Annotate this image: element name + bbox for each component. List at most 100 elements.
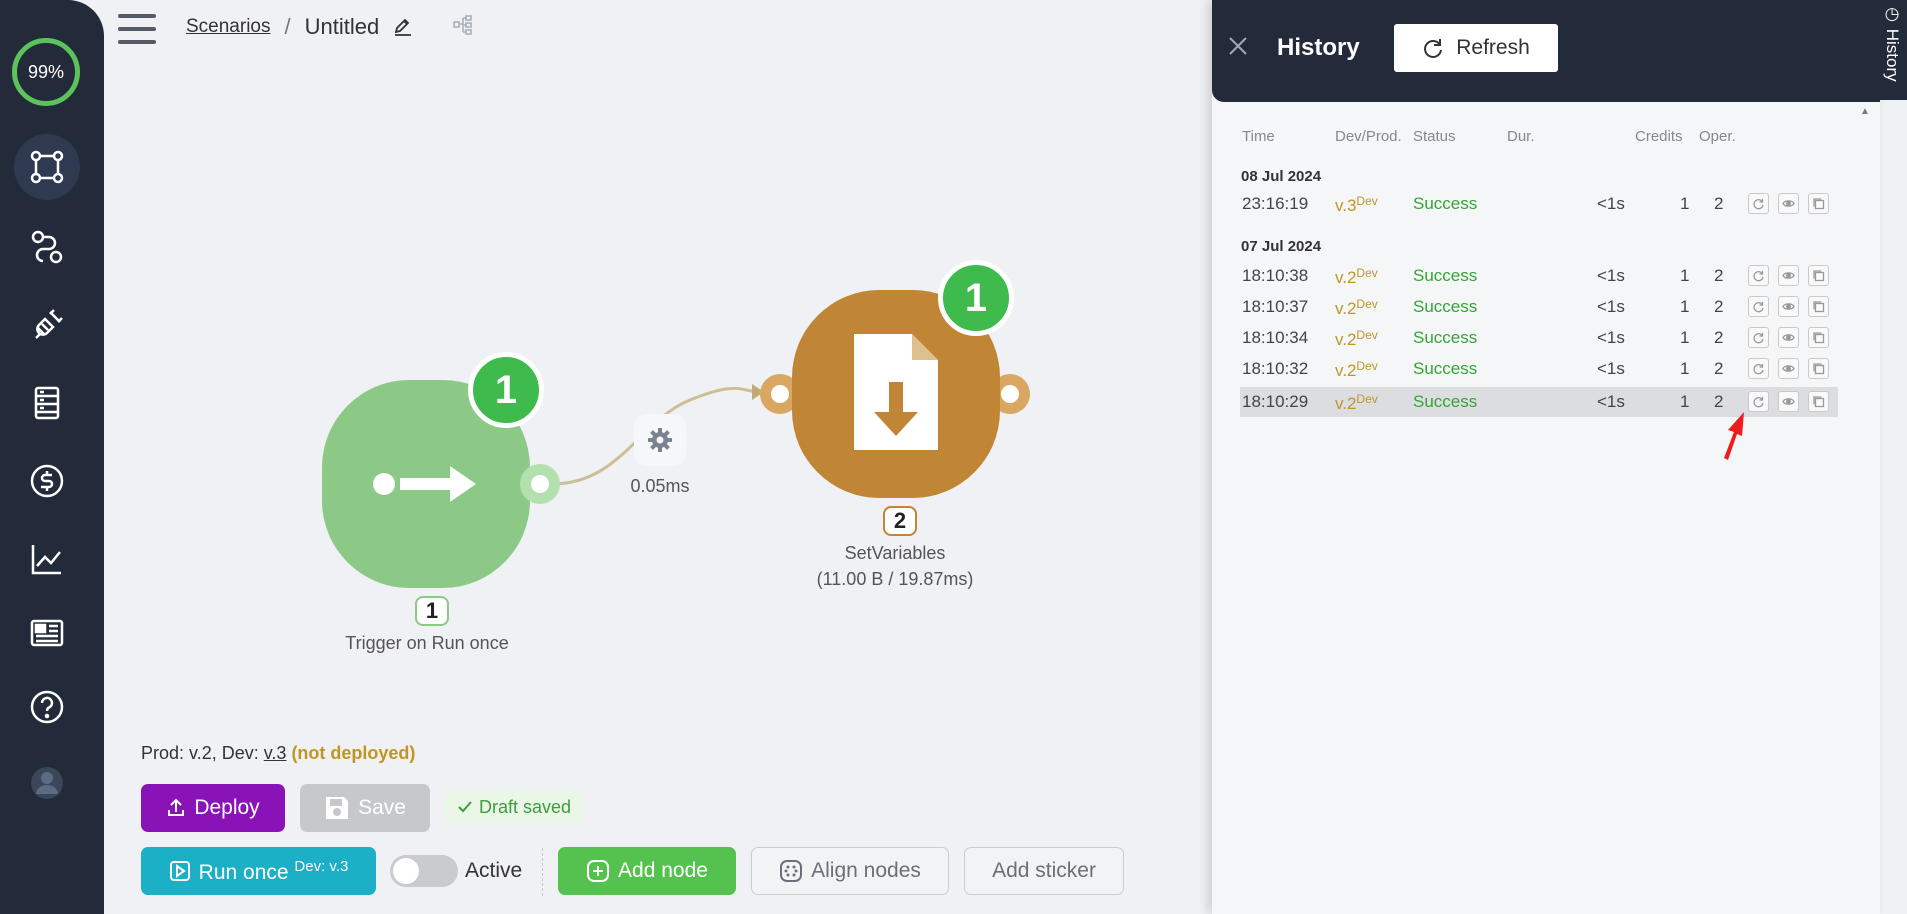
- view-button[interactable]: [1778, 358, 1799, 379]
- row-operations: 2: [1714, 297, 1724, 316]
- copy-button[interactable]: [1808, 265, 1829, 286]
- refresh-icon: [1753, 271, 1764, 282]
- history-row[interactable]: 18:10:37 v.2Dev Success <1s 1 2: [1240, 292, 1838, 322]
- row-duration: <1s: [1597, 194, 1625, 213]
- refresh-icon: [1753, 199, 1764, 210]
- history-title: History: [1277, 34, 1360, 61]
- history-row[interactable]: 23:16:19 v.3Dev Success <1s 1 2: [1240, 189, 1838, 219]
- rerun-button[interactable]: [1748, 193, 1769, 214]
- row-time: 23:16:19: [1242, 194, 1309, 213]
- row-credits: 1: [1680, 194, 1690, 213]
- copy-button[interactable]: [1808, 358, 1829, 379]
- deploy-status: (not deployed): [291, 743, 416, 763]
- view-button[interactable]: [1778, 327, 1799, 348]
- eye-icon: [1782, 334, 1795, 341]
- rerun-button[interactable]: [1748, 265, 1769, 286]
- copy-button[interactable]: [1808, 391, 1829, 412]
- scroll-up-arrow[interactable]: ▲: [1860, 106, 1870, 117]
- refresh-icon: [1753, 302, 1764, 313]
- view-button[interactable]: [1778, 296, 1799, 317]
- row-version: v.3Dev: [1335, 194, 1378, 216]
- row-duration: <1s: [1597, 297, 1625, 316]
- dev-version-link[interactable]: v.3: [264, 743, 287, 763]
- setvariables-node-id: 2: [883, 506, 917, 536]
- row-version-number: v.3: [1335, 196, 1357, 215]
- deploy-button[interactable]: Deploy: [141, 784, 285, 832]
- row-time: 18:10:37: [1242, 297, 1309, 316]
- row-duration: <1s: [1597, 328, 1625, 347]
- history-row[interactable]: 18:10:32 v.2Dev Success <1s 1 2: [1240, 354, 1838, 384]
- view-button[interactable]: [1778, 193, 1799, 214]
- version-info: Prod: v.2, Dev: v.3 (not deployed): [141, 743, 415, 764]
- refresh-icon: [1753, 364, 1764, 375]
- row-version-number: v.2: [1335, 394, 1357, 413]
- refresh-button[interactable]: Refresh: [1394, 24, 1558, 72]
- align-nodes-button[interactable]: Align nodes: [751, 847, 949, 895]
- save-button[interactable]: Save: [300, 784, 430, 832]
- play-icon: [169, 861, 190, 881]
- gear-icon: [648, 428, 672, 452]
- refresh-icon: [1424, 39, 1443, 58]
- history-side-tab-label[interactable]: ◷ History: [1882, 4, 1902, 82]
- align-nodes-label: Align nodes: [811, 859, 921, 882]
- upload-icon: [168, 798, 185, 816]
- refresh-icon: [1753, 397, 1764, 408]
- plus-circle-icon: [587, 860, 610, 882]
- column-header-devprod: Dev/Prod.: [1335, 128, 1402, 145]
- copy-icon: [1813, 198, 1825, 210]
- view-button[interactable]: [1778, 391, 1799, 412]
- rerun-button[interactable]: [1748, 327, 1769, 348]
- copy-button[interactable]: [1808, 296, 1829, 317]
- row-version: v.2Dev: [1335, 359, 1378, 381]
- rerun-button[interactable]: [1748, 358, 1769, 379]
- history-header: History Refresh: [1212, 0, 1880, 102]
- row-credits: 1: [1680, 266, 1690, 285]
- row-version-number: v.2: [1335, 268, 1357, 287]
- history-date-group: 07 Jul 2024: [1241, 238, 1322, 255]
- close-icon[interactable]: [1224, 32, 1252, 60]
- row-version: v.2Dev: [1335, 328, 1378, 350]
- refresh-icon: [1753, 333, 1764, 344]
- column-header-time: Time: [1242, 128, 1275, 145]
- trigger-node-id: 1: [415, 596, 449, 626]
- view-button[interactable]: [1778, 265, 1799, 286]
- row-version: v.2Dev: [1335, 297, 1378, 319]
- setvariables-node-stats: (11.00 B / 19.87ms): [816, 569, 974, 589]
- row-version-number: v.2: [1335, 361, 1357, 380]
- row-time: 18:10:29: [1242, 392, 1309, 411]
- trigger-node-label: Trigger on Run once: [345, 633, 509, 653]
- copy-button[interactable]: [1808, 193, 1829, 214]
- floppy-disk-icon: [326, 797, 349, 819]
- row-duration: <1s: [1597, 392, 1625, 411]
- history-row[interactable]: 18:10:38 v.2Dev Success <1s 1 2: [1240, 261, 1838, 291]
- toolbar-divider: [542, 848, 543, 896]
- eye-icon: [1782, 272, 1795, 279]
- link-settings-button[interactable]: [634, 414, 686, 466]
- row-credits: 1: [1680, 328, 1690, 347]
- history-row[interactable]: 18:10:34 v.2Dev Success <1s 1 2: [1240, 323, 1838, 353]
- row-operations: 2: [1714, 266, 1724, 285]
- row-env: Dev: [1356, 266, 1378, 280]
- row-status: Success: [1413, 328, 1478, 347]
- run-once-button[interactable]: Run once Dev: v.3: [141, 847, 376, 895]
- add-node-button[interactable]: Add node: [558, 847, 736, 895]
- copy-icon: [1813, 363, 1825, 375]
- column-header-credits: Credits: [1635, 128, 1683, 145]
- trigger-output-port[interactable]: [520, 464, 560, 504]
- setvariables-run-count-badge: 1: [938, 260, 1014, 336]
- clock-icon: ◷: [1883, 4, 1902, 24]
- copy-button[interactable]: [1808, 327, 1829, 348]
- row-credits: 1: [1680, 359, 1690, 378]
- row-env: Dev: [1356, 194, 1378, 208]
- row-status: Success: [1413, 194, 1478, 213]
- row-env: Dev: [1356, 297, 1378, 311]
- row-status: Success: [1413, 359, 1478, 378]
- active-toggle[interactable]: [390, 855, 458, 887]
- row-credits: 1: [1680, 297, 1690, 316]
- row-operations: 2: [1714, 359, 1724, 378]
- rerun-button[interactable]: [1748, 296, 1769, 317]
- refresh-button-label: Refresh: [1456, 36, 1530, 59]
- eye-icon: [1782, 200, 1795, 207]
- add-sticker-button[interactable]: Add sticker: [964, 847, 1124, 895]
- node-connector: [551, 384, 764, 486]
